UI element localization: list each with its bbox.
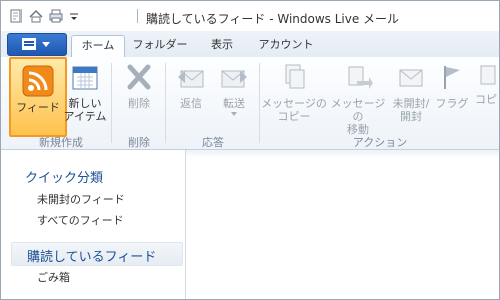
flag-icon (436, 61, 468, 93)
group-label-new: 新規作成 (39, 136, 83, 149)
unread-label-2: 開封 (400, 110, 422, 123)
home-icon[interactable] (29, 9, 43, 23)
delete-button[interactable]: 削除 (117, 61, 161, 110)
window-title: 購読しているフィード - Windows Live メール (146, 12, 400, 26)
group-separator (111, 63, 112, 143)
flag-button[interactable]: フラグ (435, 61, 469, 110)
feed-button-label: フィード (16, 101, 60, 114)
content-area (186, 158, 499, 299)
folder-pane: クイック分類 未開封のフィード すべてのフィード 購読しているフィード ごみ箱 (1, 150, 186, 299)
move-message-button[interactable]: メッセージの 移動 (327, 61, 389, 136)
title-separator (21, 9, 22, 23)
subscribed-feeds-heading: 購読しているフィード (27, 250, 157, 265)
menu-icon (22, 38, 36, 50)
forward-button[interactable]: 転送 (213, 61, 255, 116)
new-item-label-2: アイテム (63, 110, 107, 123)
copy-to-button[interactable]: コピ (475, 61, 499, 106)
move-label-1: メッセージの (330, 97, 386, 123)
title-bar: 購読しているフィード - Windows Live メール (1, 1, 499, 31)
group-label-delete: 削除 (128, 136, 150, 149)
envelope-icon (395, 61, 427, 93)
group-label-respond: 応答 (202, 136, 224, 149)
subscribed-feeds-section[interactable]: 購読しているフィード (11, 242, 183, 266)
group-separator (259, 63, 260, 143)
delete-label: 削除 (128, 97, 150, 110)
tab-account[interactable]: アカウント (253, 35, 319, 57)
copy-label-2: コピー (277, 110, 311, 123)
folder-item-trash[interactable]: ごみ箱 (37, 269, 70, 285)
reply-button[interactable]: 返信 (171, 61, 211, 110)
delete-x-icon (123, 61, 155, 93)
app-menu-button[interactable] (7, 33, 67, 56)
forward-label: 転送 (223, 97, 245, 110)
unread-label-1: 未開封/ (392, 97, 430, 110)
copy-to-label: コピ (475, 93, 497, 106)
quick-views-heading[interactable]: クイック分類 (25, 167, 103, 186)
move-document-icon (342, 61, 374, 93)
folder-item-all-feeds[interactable]: すべてのフィード (37, 212, 124, 228)
new-item-label-1: 新しい (68, 97, 102, 110)
calendar-icon (69, 61, 101, 93)
ribbon-tabs: ホーム フォルダー 表示 アカウント (1, 31, 499, 58)
unread-read-button[interactable]: 未開封/ 開封 (389, 61, 433, 123)
folder-item-unread-feeds[interactable]: 未開封のフィード (37, 191, 125, 207)
flag-label: フラグ (435, 97, 469, 110)
chevron-down-icon (231, 112, 237, 116)
copy-to-icon (475, 61, 499, 93)
copy-document-icon (278, 61, 310, 93)
dropdown-icon[interactable] (69, 9, 83, 23)
rss-feed-icon (22, 65, 54, 97)
copy-label-1: メッセージの (261, 97, 327, 110)
app-window: 購読しているフィード - Windows Live メール ホーム フォルダー … (0, 0, 500, 300)
new-item-button[interactable]: 新しい アイテム (63, 61, 107, 123)
feed-button[interactable]: フィード (9, 57, 67, 137)
chevron-down-icon (42, 42, 50, 47)
group-label-actions: アクション (352, 136, 408, 149)
tab-view[interactable]: 表示 (199, 35, 245, 57)
forward-icon (218, 61, 250, 93)
copy-message-button[interactable]: メッセージの コピー (261, 61, 327, 123)
reply-icon (175, 61, 207, 93)
print-icon[interactable] (49, 9, 63, 23)
title-separator (137, 9, 138, 23)
reply-label: 返信 (180, 97, 202, 110)
group-separator (165, 63, 166, 143)
tab-folder[interactable]: フォルダー (129, 35, 191, 57)
ribbon-panel: フィード 新しい アイテム 新規作成 削除 削除 返信 転送 応答 メッセージの… (1, 57, 499, 150)
tab-home[interactable]: ホーム (71, 35, 125, 58)
